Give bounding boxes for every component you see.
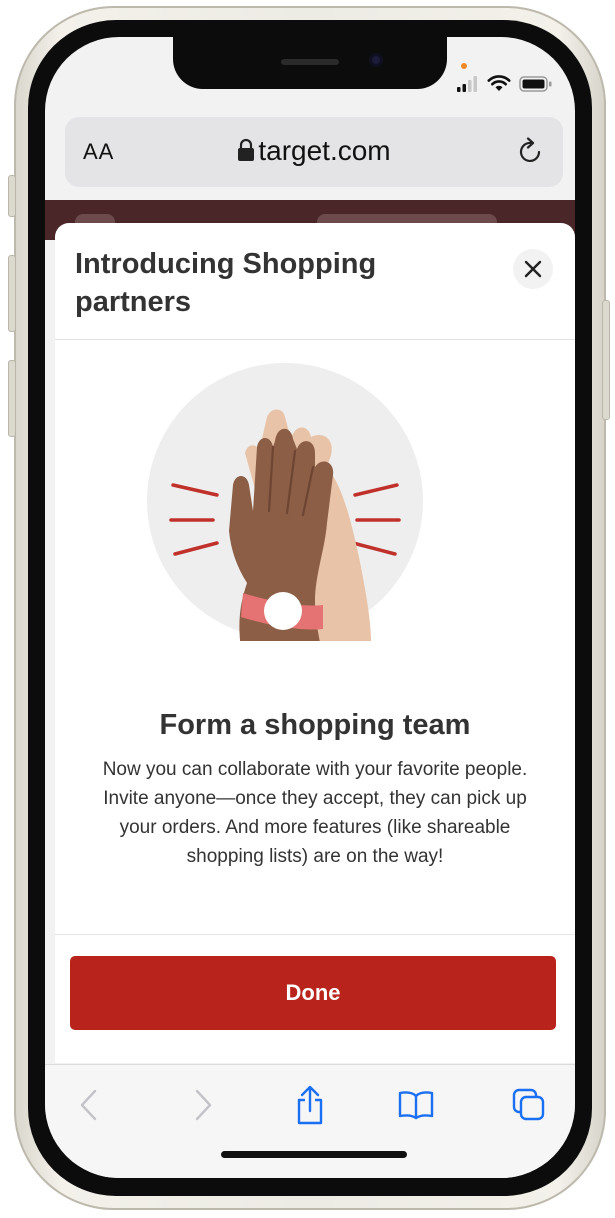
address-bar[interactable]: AA target.com — [65, 117, 563, 187]
close-button[interactable] — [513, 249, 553, 289]
modal-footer-divider — [55, 934, 575, 935]
tabs-icon — [512, 1088, 545, 1121]
reload-icon[interactable] — [517, 137, 545, 167]
wifi-icon — [487, 75, 511, 91]
back-icon — [80, 1089, 97, 1121]
notch — [173, 37, 447, 89]
forward-button[interactable] — [181, 1083, 225, 1127]
privacy-indicator — [461, 63, 467, 69]
bookmarks-button[interactable] — [394, 1083, 438, 1127]
url-host: target.com — [258, 135, 391, 166]
modal-heading: Form a shopping team — [159, 709, 471, 741]
phone-screen: AA target.com Introducing Shopping partn… — [45, 37, 575, 1178]
share-icon — [297, 1085, 323, 1125]
modal-divider — [55, 339, 575, 340]
close-icon — [524, 260, 542, 278]
back-button[interactable] — [67, 1083, 111, 1127]
earpiece — [281, 59, 339, 65]
battery-icon — [519, 76, 552, 92]
camera-icon — [369, 53, 383, 67]
volume-down-button — [8, 360, 16, 437]
shopping-partners-modal: Introducing Shopping partners Form a sho… — [55, 223, 575, 1063]
url-display[interactable]: target.com — [65, 135, 563, 167]
bookmarks-icon — [398, 1091, 434, 1120]
browser-toolbar — [45, 1064, 575, 1178]
tabs-button[interactable] — [507, 1083, 551, 1127]
home-indicator[interactable] — [221, 1151, 407, 1158]
mute-switch — [8, 175, 16, 217]
done-button[interactable]: Done — [70, 956, 556, 1030]
lock-icon — [238, 138, 255, 161]
modal-title: Introducing Shopping partners — [75, 248, 377, 318]
high-five-illustration — [147, 363, 423, 641]
status-icons — [457, 75, 553, 92]
power-button — [602, 300, 610, 420]
signal-icon — [457, 76, 477, 92]
volume-up-button — [8, 255, 16, 332]
modal-body-text: Now you can collaborate with your favori… — [102, 759, 528, 867]
forward-icon — [195, 1089, 212, 1121]
share-button[interactable] — [288, 1083, 332, 1127]
